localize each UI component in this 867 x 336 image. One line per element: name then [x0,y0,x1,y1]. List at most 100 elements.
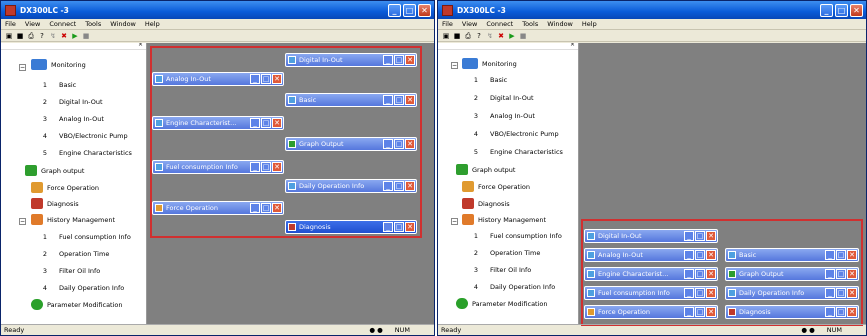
mdi-window-fuel[interactable]: Fuel consumption Info _ □ ✕ [584,286,718,300]
mdi-window-graph[interactable]: Graph Output _ □ ✕ [285,137,417,151]
force-icon [155,204,163,212]
tree-item-digital[interactable]: 2 Digital In-Out [31,98,103,106]
connect-icon[interactable]: ↯ [49,32,57,40]
mdi-window-force[interactable]: Force Operation _ □ ✕ [584,305,718,319]
mdi-window-daily[interactable]: Daily Operation Info _ □ ✕ [725,286,859,300]
tree-item-analog[interactable]: 3 Analog In-Out [31,115,104,123]
help-icon[interactable]: ? [38,32,46,40]
mdi-window-diagnosis[interactable]: Diagnosis _ □ ✕ [285,220,417,234]
close-icon[interactable]: ✕ [418,3,431,17]
save-icon[interactable]: ■ [453,32,461,40]
collapse-icon[interactable]: − [19,218,26,225]
open-icon[interactable]: ▣ [442,32,450,40]
window-icon [587,289,595,297]
maximize-icon[interactable]: □ [403,3,416,17]
minimize-icon[interactable]: _ [820,3,833,17]
tree-item-operation-time[interactable]: 2 Operation Time [462,249,540,257]
tree-force-operation[interactable]: Force Operation [31,182,99,193]
tree-item-operation-time[interactable]: 2 Operation Time [31,250,109,258]
menu-window[interactable]: Window [110,20,136,28]
menu-window[interactable]: Window [547,20,573,28]
help-icon[interactable]: ? [475,32,483,40]
save-icon[interactable]: ■ [16,32,24,40]
menu-help[interactable]: Help [582,20,597,28]
minimize-icon[interactable]: _ [388,3,401,17]
tree-item-analog[interactable]: 3 Analog In-Out [462,112,535,120]
tree-monitoring[interactable]: Monitoring [462,58,517,69]
collapse-icon[interactable]: − [451,62,458,69]
tree-monitoring[interactable]: Monitoring [31,59,86,70]
mdi-window-graph[interactable]: Graph Output _ □ ✕ [725,267,859,281]
mdi-window-analog[interactable]: Analog In-Out _ □ ✕ [152,72,284,86]
mdi-window-engine[interactable]: Engine Characterist... _ □ ✕ [584,267,718,281]
tree-diagnosis[interactable]: Diagnosis [31,198,79,209]
menu-connect[interactable]: Connect [486,20,513,28]
tree-item-vbo[interactable]: 4 VBO/Electronic Pump [31,132,128,140]
tree-item-basic[interactable]: 1 Basic [31,81,76,89]
menu-view[interactable]: View [25,20,40,28]
mdi-window-fuel[interactable]: Fuel consumption Info _ □ ✕ [152,160,284,174]
window-icon [587,251,595,259]
tree-history-management[interactable]: History Management [462,214,546,225]
tree-item-vbo[interactable]: 4 VBO/Electronic Pump [462,130,559,138]
tree-item-engine[interactable]: 5 Engine Characteristics [31,149,132,157]
connect-icon[interactable]: ↯ [486,32,494,40]
menu-view[interactable]: View [462,20,477,28]
disconnect-icon[interactable]: ✖ [60,32,68,40]
mdi-window-daily[interactable]: Daily Operation Info _ □ ✕ [285,179,417,193]
stop-icon[interactable]: ■ [519,32,527,40]
tree-item-digital[interactable]: 2 Digital In-Out [462,94,534,102]
tree-diagnosis[interactable]: Diagnosis [462,198,510,209]
tree-item-basic[interactable]: 1 Basic [462,76,507,84]
tree-item-filter[interactable]: 3 Filter Oil Info [31,267,100,275]
window-icon [155,119,163,127]
play-icon[interactable]: ▶ [508,32,516,40]
restore-icon: □ [695,307,705,317]
menu-tools[interactable]: Tools [85,20,101,28]
disconnect-icon[interactable]: ✖ [497,32,505,40]
play-icon[interactable]: ▶ [71,32,79,40]
title-bar[interactable]: DX300LC -3 _ □ ✕ [1,1,434,19]
menu-file[interactable]: File [5,20,16,28]
title-bar[interactable]: DX300LC -3 _ □ ✕ [438,1,866,19]
close-icon[interactable]: ✕ [850,3,863,17]
maximize-icon[interactable]: □ [835,3,848,17]
print-icon[interactable]: ⎙ [27,32,35,40]
tree-parameter-modification[interactable]: Parameter Modification [456,298,548,309]
tree-item-fuel[interactable]: 1 Fuel consumption Info [462,232,562,240]
tree-item-fuel[interactable]: 1 Fuel consumption Info [31,233,131,241]
tree-item-engine[interactable]: 5 Engine Characteristics [462,148,563,156]
collapse-icon[interactable]: − [451,218,458,225]
mdi-window-force[interactable]: Force Operation _ □ ✕ [152,201,284,215]
close-icon: ✕ [272,162,282,172]
open-icon[interactable]: ▣ [5,32,13,40]
mdi-window-digital[interactable]: Digital In-Out _ □ ✕ [285,53,417,67]
menu-file[interactable]: File [442,20,453,28]
menu-help[interactable]: Help [145,20,160,28]
menu-connect[interactable]: Connect [49,20,76,28]
mdi-window-basic[interactable]: Basic _ □ ✕ [285,93,417,107]
mdi-window-analog[interactable]: Analog In-Out _ □ ✕ [584,248,718,262]
tree-graph-output[interactable]: Graph output [25,165,84,176]
minimize-icon: _ [684,250,694,260]
restore-icon: □ [695,231,705,241]
tree-close-icon[interactable]: × [138,43,143,48]
mdi-window-diagnosis[interactable]: Diagnosis _ □ ✕ [725,305,859,319]
tree-item-filter[interactable]: 3 Filter Oil Info [462,266,531,274]
stop-icon[interactable]: ■ [82,32,90,40]
mdi-window-engine[interactable]: Engine Characterist... _ □ ✕ [152,116,284,130]
mdi-window-digital[interactable]: Digital In-Out _ □ ✕ [584,229,718,243]
print-icon[interactable]: ⎙ [464,32,472,40]
tree-parameter-modification[interactable]: Parameter Modification [31,299,123,310]
graph-icon [288,140,296,148]
tree-close-icon[interactable]: × [570,43,575,48]
collapse-icon[interactable]: − [19,64,26,71]
menu-tools[interactable]: Tools [522,20,538,28]
tree-history-management[interactable]: History Management [31,214,115,225]
mdi-window-basic[interactable]: Basic _ □ ✕ [725,248,859,262]
tree-graph-output[interactable]: Graph output [456,164,515,175]
tree-item-daily[interactable]: 4 Daily Operation Info [462,283,555,291]
app-icon [442,4,453,16]
tree-item-daily[interactable]: 4 Daily Operation Info [31,284,124,292]
tree-force-operation[interactable]: Force Operation [462,181,530,192]
